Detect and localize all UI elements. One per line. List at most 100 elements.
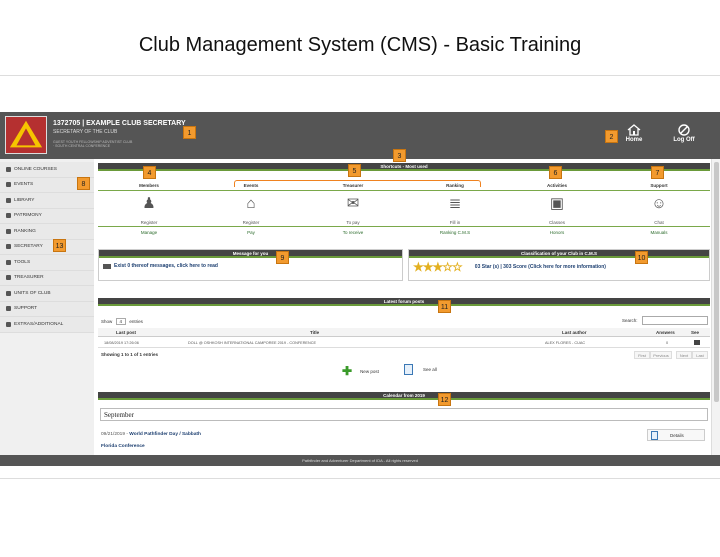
scrollbar[interactable] [711, 159, 720, 455]
pager-first[interactable]: First [634, 351, 650, 359]
main-content: Shortcuts - Most used Members Events Treas… [98, 163, 710, 456]
sidebar-item[interactable]: SECRETARY [0, 239, 94, 255]
home-icon [627, 124, 641, 136]
people-icon [6, 290, 11, 296]
showing-info: Showing 1 to 1 of 1 entries [101, 352, 159, 357]
home-label: Home [625, 137, 643, 143]
shortcuts-panel: Shortcuts - Most used Members Events Treas… [98, 163, 710, 239]
classification-text: 03 Star (s) | 303 Score (Click here for … [474, 264, 606, 270]
logoff-icon [678, 124, 690, 136]
message-text: Exist 0 thereof messages, click here to … [114, 263, 218, 269]
shortcut-link[interactable]: Register [98, 220, 200, 225]
shortcut-category: Members [139, 183, 159, 188]
event-title: World Pathfinder Day / Sabbath [129, 432, 201, 437]
sidebar-item[interactable]: ONLINE COURSES [0, 162, 94, 178]
shortcut-link[interactable]: Pay [200, 230, 302, 235]
pager-next[interactable]: Next [676, 351, 692, 359]
shortcut-link[interactable]: To receive [302, 230, 404, 235]
col-see[interactable]: See [691, 330, 699, 335]
shortcut-link[interactable]: Register [200, 220, 302, 225]
wrench-icon [6, 259, 11, 265]
calendar-month: September [100, 408, 708, 421]
divider [98, 226, 710, 227]
id-card-icon[interactable]: ▣ [506, 194, 608, 214]
shortcuts-title: Shortcuts - Most used [98, 163, 710, 171]
shortcut-link[interactable]: Honors [506, 230, 608, 235]
club-role: SECRETARY OF THE CLUB [53, 129, 118, 135]
home-button[interactable]: Home [619, 124, 649, 143]
logoff-label: Log Off [673, 137, 695, 143]
sidebar-item[interactable]: TOOLS [0, 255, 94, 271]
badge-4: 4 [143, 166, 156, 179]
sidebar-item[interactable]: UNITS OF CLUB [0, 286, 94, 302]
shortcut-link[interactable]: Manuals [608, 230, 710, 235]
classification-title: Classification of your Club in C.M.S [409, 250, 709, 258]
entries-label: entries [129, 319, 143, 324]
calendar-panel: Calendar from 2019 September 09/21/2019 … [98, 392, 710, 456]
shortcut-link[interactable]: Classes [506, 220, 608, 225]
list-icon [6, 182, 11, 188]
sidebar: ONLINE COURSES EVENTS LIBRARY PATRIMONY RANK… [0, 159, 94, 455]
shortcut-link[interactable]: Manage [98, 230, 200, 235]
club-name: 1372705 | EXAMPLE CLUB SECRETARY [53, 120, 186, 127]
sidebar-item-label: EXTRAS/ADDITIONAL [14, 321, 64, 327]
shortcut-link[interactable]: To pay [302, 220, 404, 225]
col-answers[interactable]: Answers [656, 330, 675, 335]
support-agent-icon[interactable]: ☺ [608, 194, 710, 214]
details-button[interactable]: Details [647, 429, 705, 441]
shortcut-category: Treasurer [342, 183, 364, 188]
add-user-icon[interactable]: ♟ [98, 194, 200, 214]
shortcut-link[interactable]: Chat [608, 220, 710, 225]
document-icon[interactable]: ≣ [404, 194, 506, 214]
row-author: ALEX FLORES - CUAC [545, 341, 586, 345]
sidebar-item[interactable]: EXTRAS/ADDITIONAL [0, 317, 94, 333]
divider [0, 75, 720, 76]
sidebar-item-label: SUPPORT [14, 306, 38, 312]
shortcut-link[interactable]: Ranking C.M.S [404, 230, 506, 235]
building-icon [6, 213, 11, 219]
document-icon [651, 431, 658, 440]
badge-8: 8 [77, 177, 90, 190]
logoff-button[interactable]: Log Off [669, 124, 699, 143]
new-post-label: New post [360, 368, 379, 374]
scrollbar-thumb[interactable] [714, 162, 719, 402]
forum-panel: Latest forum posts Show 4 entries Search… [98, 298, 710, 383]
search-label: Search: [622, 318, 638, 323]
view-icon[interactable] [694, 340, 700, 345]
sidebar-item-label: TREASURER [14, 275, 44, 281]
shortcut-category: Support [650, 183, 668, 188]
cms-screenshot: 1372705 | EXAMPLE CLUB SECRETARY SECRETA… [0, 112, 720, 466]
sidebar-item[interactable]: RANKING [0, 224, 94, 240]
see-all-button[interactable]: See all [404, 364, 437, 375]
trophy-icon [6, 228, 11, 234]
entries-select[interactable]: 4 [115, 318, 127, 325]
sidebar-item-label: SECRETARY [14, 244, 43, 250]
pager-previous[interactable]: Previous [650, 351, 672, 359]
col-title[interactable]: Title [310, 330, 319, 335]
pager-last[interactable]: Last [692, 351, 708, 359]
message-link[interactable]: Exist 0 thereof messages, click here to … [99, 258, 402, 274]
sidebar-item[interactable]: LIBRARY [0, 193, 94, 209]
badge-2: 2 [605, 130, 618, 143]
col-last-author[interactable]: Last author [562, 330, 587, 335]
sidebar-item[interactable]: PATRIMONY [0, 208, 94, 224]
footer: Pathfinder and Adventurer Department of … [0, 455, 720, 466]
club-logo [5, 116, 47, 154]
sidebar-item[interactable]: TREASURER [0, 270, 94, 286]
slide-title: Club Management System (CMS) - Basic Tra… [138, 34, 582, 56]
badge-1: 1 [183, 126, 196, 139]
message-panel: Message for you Exist 0 thereof messages… [98, 249, 403, 281]
new-post-button[interactable]: ✚ New post [342, 364, 379, 378]
calendar-event[interactable]: 09/21/2019 - World Pathfinder Day / Sabb… [101, 432, 201, 437]
col-last-post[interactable]: Last post [116, 330, 136, 335]
support-icon [6, 306, 11, 312]
sidebar-item[interactable]: SUPPORT [0, 301, 94, 317]
cart-icon[interactable]: ⌂ [200, 194, 302, 214]
search-input[interactable] [642, 316, 708, 325]
invoice-icon[interactable]: ✉ [302, 194, 404, 214]
calendar-title: Calendar from 2019 [98, 392, 710, 400]
sidebar-item-label: TOOLS [14, 259, 31, 265]
classification-link[interactable]: ★★★☆☆ 03 Star (s) | 303 Score (Click her… [409, 258, 709, 279]
shortcut-link[interactable]: Fill in [404, 220, 506, 225]
badge-7: 7 [651, 166, 664, 179]
